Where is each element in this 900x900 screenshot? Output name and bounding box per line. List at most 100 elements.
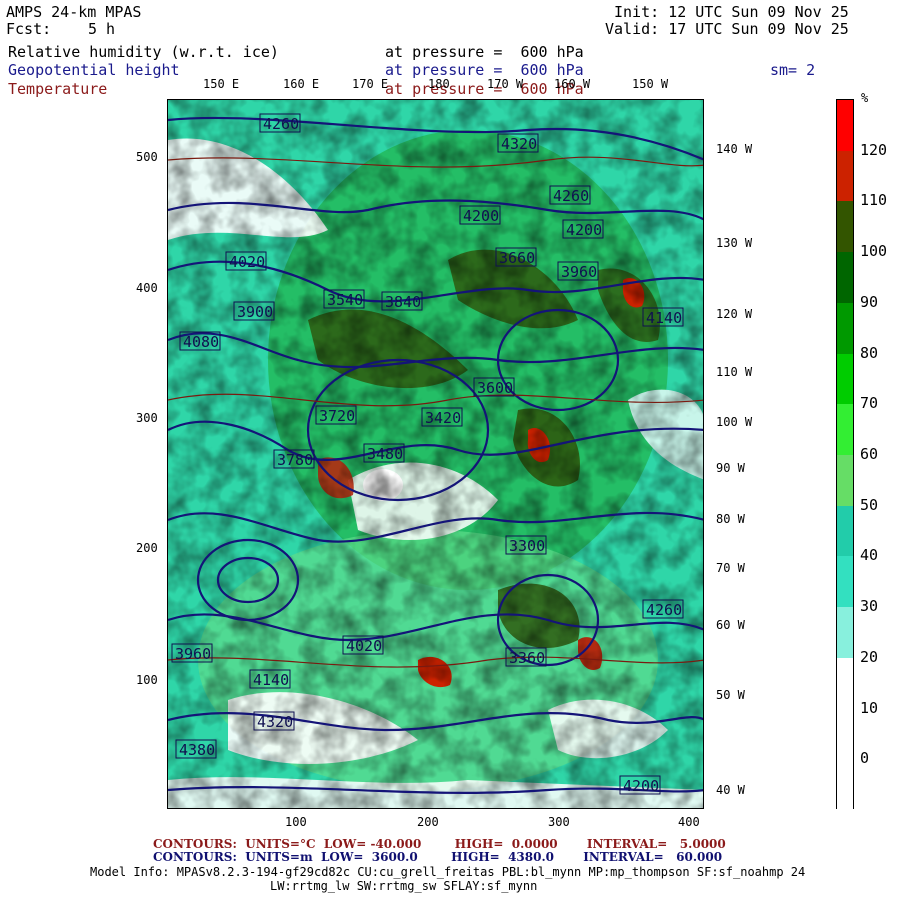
colorbar-segment <box>837 100 853 151</box>
colorbar-label: 10 <box>860 698 879 717</box>
height-contour-info: CONTOURS: UNITS=m LOW= 3600.0 HIGH= 4380… <box>153 850 723 864</box>
svg-text:3660: 3660 <box>499 249 535 267</box>
right-lon-label: 130 W <box>716 236 753 250</box>
colorbar-label: 120 <box>860 140 888 159</box>
height-contour-label: 4200 <box>562 219 604 239</box>
svg-text:3480: 3480 <box>367 445 403 463</box>
x-tick-label: 400 <box>678 815 700 829</box>
right-lon-label: 120 W <box>716 307 753 321</box>
colorbar-label: 80 <box>860 343 879 362</box>
valid-time: Valid: 17 UTC Sun 09 Nov 25 <box>605 20 849 38</box>
colorbar-segment <box>837 657 853 709</box>
colorbar-label: 90 <box>860 292 879 311</box>
svg-text:3420: 3420 <box>425 409 461 427</box>
height-contour-label: 3840 <box>381 291 423 311</box>
top-lon-label: 150 W <box>632 77 669 91</box>
svg-text:4260: 4260 <box>646 601 682 619</box>
height-contour-label: 3360 <box>505 647 547 667</box>
colorbar-segment <box>837 505 853 557</box>
right-lon-label: 110 W <box>716 365 753 379</box>
colorbar-segment <box>837 252 853 303</box>
colorbar-segment <box>837 607 853 658</box>
svg-text:4020: 4020 <box>229 253 265 271</box>
height-contour-label: 4200 <box>459 205 501 225</box>
svg-text:3360: 3360 <box>509 649 545 667</box>
right-lon-label: 80 W <box>716 512 745 526</box>
top-lon-label: 160 W <box>554 77 591 91</box>
field-gph-name: Geopotential height <box>8 61 180 79</box>
top-lon-label: 160 E <box>283 77 320 91</box>
height-contour-label: 3540 <box>323 289 365 309</box>
svg-text:4200: 4200 <box>566 221 602 239</box>
height-contour-label: 3600 <box>473 377 515 397</box>
init-time: Init: 12 UTC Sun 09 Nov 25 <box>614 3 849 21</box>
rh-texture <box>168 100 703 808</box>
height-contour-label: 3720 <box>315 405 357 425</box>
field-temp-name: Temperature <box>8 80 108 98</box>
x-tick-label: 100 <box>285 815 307 829</box>
height-contour-label: 4080 <box>179 331 221 351</box>
colorbar-label: 20 <box>860 647 879 666</box>
height-contour-label: 4020 <box>342 635 384 655</box>
svg-text:4200: 4200 <box>623 777 659 795</box>
svg-text:3780: 3780 <box>277 451 313 469</box>
svg-text:3540: 3540 <box>327 291 363 309</box>
y-tick-label: 300 <box>136 411 158 425</box>
colorbar-label: 50 <box>860 495 879 514</box>
field-gph-level: at pressure = 600 hPa <box>385 61 584 79</box>
colorbar-segment <box>837 708 853 760</box>
map-panel: 4260 4320 4200 4260 4200 4140 4080 3960 … <box>167 99 704 809</box>
height-contour-label: 4260 <box>549 185 591 205</box>
colorbar <box>836 99 854 810</box>
colorbar-segment <box>837 455 853 506</box>
colorbar-label: 70 <box>860 394 879 413</box>
svg-text:4140: 4140 <box>646 309 682 327</box>
top-lon-label: 180 <box>428 77 450 91</box>
fcst-value: 5 h <box>88 20 116 38</box>
right-lon-label: 40 W <box>716 783 745 797</box>
colorbar-label: 40 <box>860 546 879 565</box>
height-contour-label: 4260 <box>642 599 684 619</box>
top-lon-label: 150 E <box>203 77 240 91</box>
svg-text:4380: 4380 <box>179 741 215 759</box>
colorbar-segment <box>837 150 853 202</box>
svg-text:3900: 3900 <box>237 303 273 321</box>
colorbar-label: 30 <box>860 597 879 616</box>
y-tick-label: 200 <box>136 541 158 555</box>
colorbar-label: 0 <box>860 749 870 768</box>
height-contour-label: 3780 <box>273 449 315 469</box>
field-rh-level: at pressure = 600 hPa <box>385 43 584 61</box>
right-lon-label: 140 W <box>716 142 753 156</box>
y-tick-label: 500 <box>136 150 158 164</box>
svg-text:3960: 3960 <box>561 263 597 281</box>
svg-text:3960: 3960 <box>175 645 211 663</box>
height-contour-label: 3300 <box>505 535 547 555</box>
colorbar-segment <box>837 201 853 253</box>
top-lon-label: 170 E <box>352 77 389 91</box>
height-contour-label: 3660 <box>495 247 537 267</box>
svg-text:4320: 4320 <box>257 713 293 731</box>
svg-text:3600: 3600 <box>477 379 513 397</box>
colorbar-label: 110 <box>860 191 888 210</box>
top-lon-label: 170 W <box>487 77 524 91</box>
y-tick-label: 100 <box>136 673 158 687</box>
height-contour-label: 4140 <box>642 307 684 327</box>
smoothing-label: sm= 2 <box>770 61 816 79</box>
right-lon-label: 70 W <box>716 561 745 575</box>
svg-text:4200: 4200 <box>463 207 499 225</box>
height-contour-label: 4020 <box>225 251 267 271</box>
height-contour-label: 3960 <box>171 643 213 663</box>
right-lon-label: 60 W <box>716 618 745 632</box>
x-tick-label: 300 <box>548 815 570 829</box>
map-field-plot: 4260 4320 4200 4260 4200 4140 4080 3960 … <box>168 100 703 808</box>
height-contour-label: 4320 <box>497 133 539 153</box>
height-contour-label: 4320 <box>253 711 295 731</box>
colorbar-segment <box>837 353 853 405</box>
height-contour-label: 4380 <box>175 739 217 759</box>
colorbar-segment <box>837 404 853 455</box>
colorbar-segment <box>837 302 853 354</box>
svg-text:4260: 4260 <box>263 115 299 133</box>
svg-text:4080: 4080 <box>183 333 219 351</box>
right-lon-label: 50 W <box>716 688 745 702</box>
height-contour-label: 4260 <box>259 113 301 133</box>
